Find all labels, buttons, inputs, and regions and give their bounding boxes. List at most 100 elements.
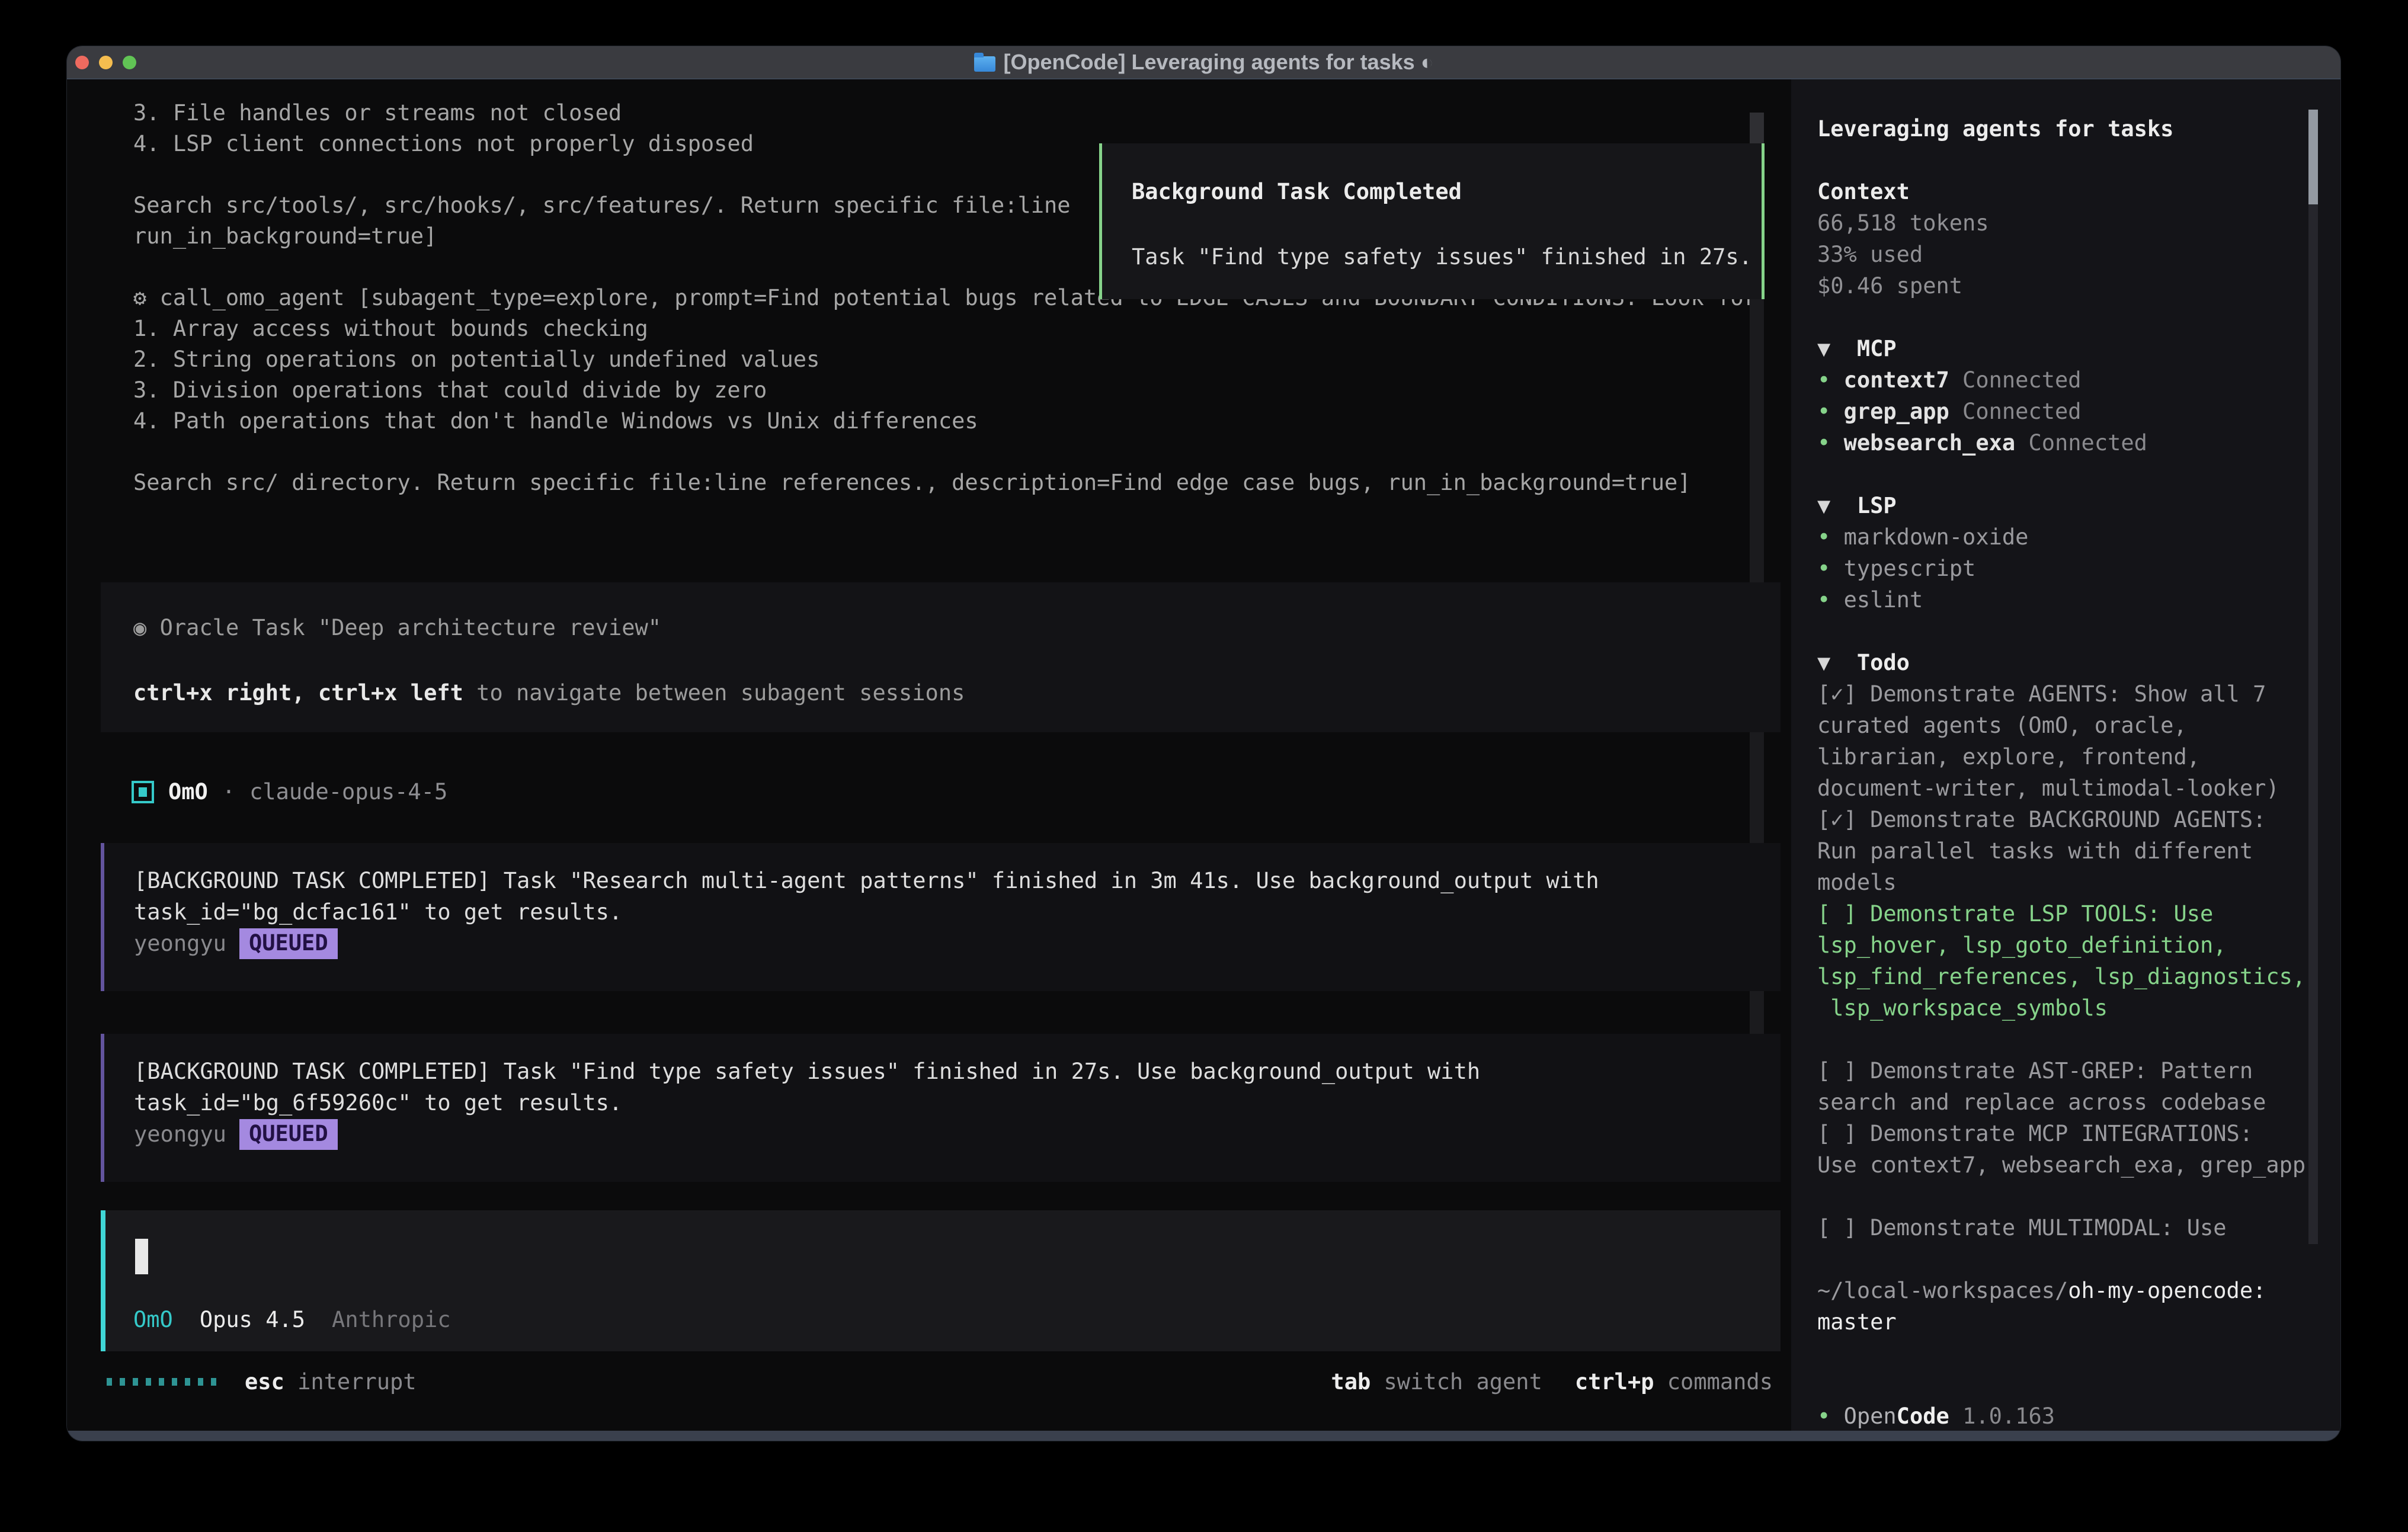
- status-dot-icon: •: [1817, 367, 1844, 393]
- todo-item-line: Use context7, websearch_exa, grep_app: [1817, 1149, 2340, 1181]
- workspace-path: ~/local-workspaces/oh-my-opencode:: [1817, 1275, 2340, 1306]
- todo-item-line: [✓] Demonstrate AGENTS: Show all 7: [1817, 678, 2340, 710]
- mcp-item: • context7 Connected: [1817, 364, 2340, 396]
- todo-item-line: [✓] Demonstrate BACKGROUND AGENTS:: [1817, 804, 2340, 835]
- todo-item-line: document-writer, multimodal-looker): [1817, 773, 2340, 804]
- todo-item-line: [ ] Demonstrate MCP INTEGRATIONS:: [1817, 1118, 2340, 1149]
- toast-title: Background Task Completed: [1132, 176, 1762, 207]
- tab-key-hint: tab: [1331, 1369, 1370, 1395]
- todo-item-line: [ ] Demonstrate AST-GREP: Pattern: [1817, 1055, 2340, 1086]
- prompt-input[interactable]: OmO Opus 4.5 Anthropic: [101, 1210, 1781, 1351]
- message-author: yeongyu: [134, 1118, 226, 1150]
- status-dot-icon: •: [1817, 524, 1844, 550]
- esc-action-label: interrupt: [297, 1369, 416, 1395]
- activity-dot: [211, 1378, 216, 1386]
- oracle-task-panel: ◉ Oracle Task "Deep architecture review"…: [101, 582, 1781, 732]
- app-version: [1949, 1403, 1962, 1429]
- active-model-label: Opus 4.5: [200, 1307, 305, 1332]
- todo-item-line: lsp_find_references, lsp_diagnostics,: [1817, 961, 2340, 992]
- active-agent-label: OmO: [133, 1307, 173, 1332]
- todo-item-line: lsp_hover, lsp_goto_definition,: [1817, 930, 2340, 961]
- todo-item-line: lsp_workspace_symbols: [1817, 992, 2340, 1024]
- todo-list: [✓] Demonstrate AGENTS: Show all 7curate…: [1817, 678, 2340, 1243]
- chevron-down-icon: ▼: [1817, 336, 1857, 361]
- git-branch: master: [1817, 1306, 2340, 1338]
- tab-action-label: [1370, 1369, 1384, 1395]
- window-title: [OpenCode] Leveraging agents for tasks ◐: [974, 50, 1434, 75]
- tab-action-label: switch agent: [1384, 1369, 1542, 1395]
- ctrlp-key-hint: ctrl+p: [1575, 1369, 1654, 1395]
- desktop: [OpenCode] Leveraging agents for tasks ◐…: [0, 0, 2408, 1532]
- message-meta: yeongyu QUEUED: [134, 928, 1781, 959]
- activity-dot: [159, 1378, 164, 1386]
- todo-item-line: [ ] Demonstrate MULTIMODAL: Use: [1817, 1212, 2340, 1243]
- subagent-navigation-hint: ctrl+x right, ctrl+x left to navigate be…: [133, 677, 1781, 709]
- lsp-section-header[interactable]: ▼ LSP: [1817, 490, 2340, 521]
- background-task-message: [BACKGROUND TASK COMPLETED] Task "Resear…: [101, 843, 1781, 991]
- window-bottom-edge: [67, 1431, 2340, 1441]
- close-button[interactable]: [75, 56, 89, 69]
- window-title-text: [OpenCode] Leveraging agents for tasks ◐: [1004, 50, 1434, 75]
- message-meta: yeongyu QUEUED: [134, 1118, 1781, 1150]
- mcp-section-header[interactable]: ▼ MCP: [1817, 333, 2340, 364]
- esc-key-hint: esc: [245, 1369, 284, 1395]
- message-text-line: [BACKGROUND TASK COMPLETED] Task "Find t…: [134, 1056, 1781, 1087]
- sidebar-scrollbar[interactable]: [2308, 110, 2318, 1244]
- ctrlp-action-label: [1654, 1369, 1667, 1395]
- agent-header: OmO · claude-opus-4-5: [132, 776, 447, 807]
- activity-dot: [133, 1378, 138, 1386]
- omo-agent-icon: [132, 781, 154, 803]
- message-text-line: task_id="bg_6f59260c" to get results.: [134, 1087, 1781, 1118]
- mcp-item: • websearch_exa Connected: [1817, 427, 2340, 459]
- todo-item-line: curated agents (OmO, oracle,: [1817, 710, 2340, 741]
- background-task-toast: Background Task Completed Task "Find typ…: [1099, 143, 1765, 299]
- activity-dot: [107, 1378, 112, 1386]
- context-spent: $0.46 spent: [1817, 270, 2340, 302]
- sidebar-scrollbar-thumb[interactable]: [2308, 110, 2318, 204]
- status-dot-icon: •: [1817, 399, 1844, 424]
- message-author: yeongyu: [134, 928, 226, 959]
- status-dot-icon: •: [1817, 1403, 1844, 1429]
- session-sidebar: Leveraging agents for tasks Context 66,5…: [1791, 79, 2340, 1431]
- todo-item-line: search and replace across codebase: [1817, 1086, 2340, 1118]
- todo-item-line: [ ] Demonstrate LSP TOOLS: Use: [1817, 898, 2340, 930]
- todo-item-line: Run parallel tasks with different: [1817, 835, 2340, 867]
- radio-icon: ◉: [133, 615, 146, 640]
- lsp-item: • markdown-oxide: [1817, 521, 2340, 553]
- status-dot-icon: •: [1817, 430, 1844, 456]
- main-scrollbar-thumb-top[interactable]: [1750, 113, 1764, 143]
- message-text-line: task_id="bg_dcfac161" to get results.: [134, 896, 1781, 928]
- message-text-line: [BACKGROUND TASK COMPLETED] Task "Resear…: [134, 865, 1781, 896]
- folder-icon: [974, 56, 995, 72]
- context-tokens: 66,518 tokens: [1817, 207, 2340, 239]
- separator-dot: ·: [222, 779, 235, 805]
- todo-item-line: models: [1817, 867, 2340, 898]
- toast-body: Task "Find type safety issues" finished …: [1132, 241, 1762, 273]
- status-bar: esc interrupt tab switch agent ctrl+p co…: [107, 1366, 1773, 1398]
- session-title: Leveraging agents for tasks: [1817, 113, 2340, 145]
- context-used: 33% used: [1817, 239, 2340, 270]
- chevron-down-icon: ▼: [1817, 493, 1857, 518]
- provider-label: Anthropic: [332, 1307, 450, 1332]
- title-bar[interactable]: [OpenCode] Leveraging agents for tasks ◐: [67, 46, 2340, 78]
- activity-dot: [146, 1378, 151, 1386]
- lsp-list: • markdown-oxide• typescript• eslint: [1817, 521, 2340, 616]
- terminal-content: 3. File handles or streams not closed 4.…: [67, 78, 2340, 1431]
- model-info-row: OmO Opus 4.5 Anthropic: [133, 1304, 451, 1335]
- mcp-list: • context7 Connected• grep_app Connected…: [1817, 364, 2340, 459]
- status-left: esc interrupt: [107, 1369, 417, 1395]
- todo-item-line: librarian, explore, frontend,: [1817, 741, 2340, 773]
- background-task-message: [BACKGROUND TASK COMPLETED] Task "Find t…: [101, 1034, 1781, 1182]
- ctrlp-action-label: commands: [1667, 1369, 1773, 1395]
- opencode-window: [OpenCode] Leveraging agents for tasks ◐…: [67, 46, 2340, 1441]
- status-dot-icon: •: [1817, 587, 1844, 613]
- minimize-button[interactable]: [99, 56, 113, 69]
- zoom-button[interactable]: [123, 56, 136, 69]
- todo-section-header[interactable]: ▼ Todo: [1817, 647, 2340, 678]
- esc-action-label: [284, 1369, 297, 1395]
- activity-dots-icon: [107, 1378, 216, 1386]
- activity-dot: [120, 1378, 125, 1386]
- oracle-task-title: ◉ Oracle Task "Deep architecture review": [133, 612, 1781, 643]
- queued-badge: QUEUED: [239, 928, 338, 959]
- activity-dot: [172, 1378, 177, 1386]
